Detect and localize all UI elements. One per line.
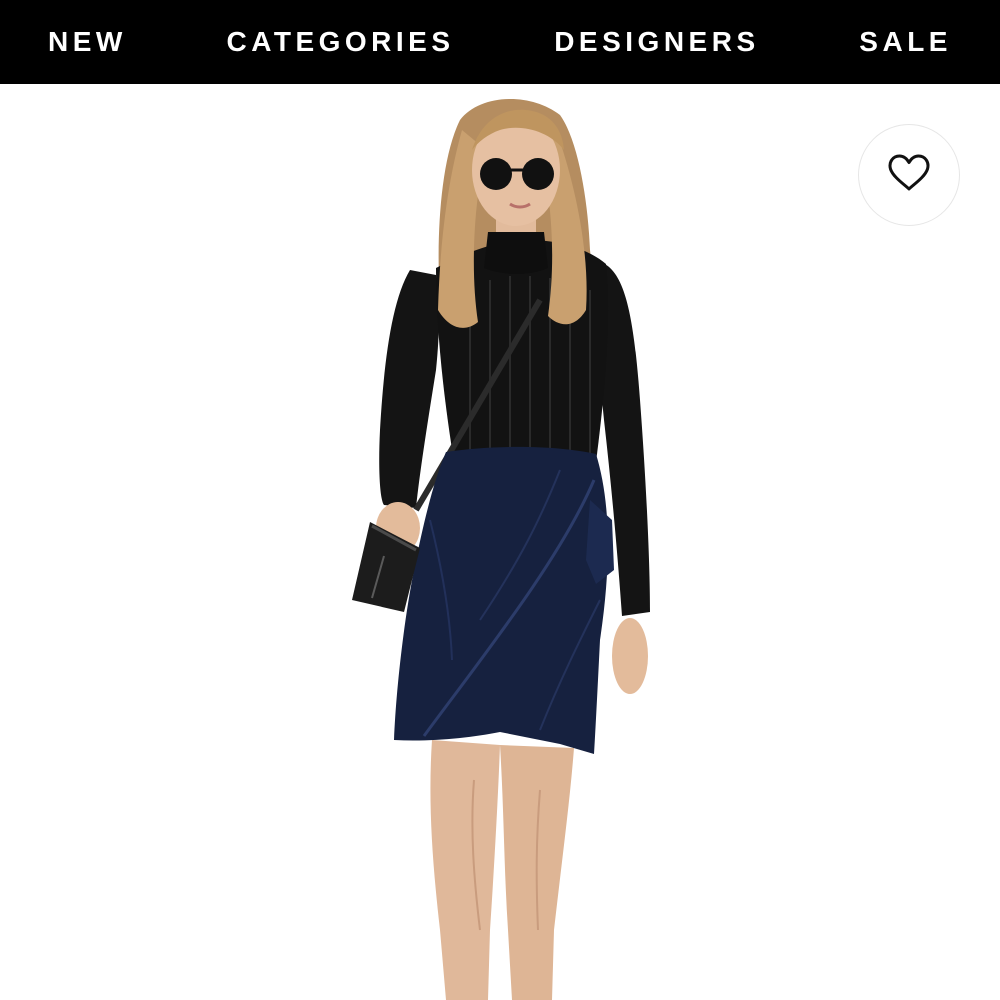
- nav-categories[interactable]: CATEGORIES: [226, 26, 454, 58]
- nav-designers[interactable]: DESIGNERS: [554, 26, 759, 58]
- model-illustration: [352, 99, 650, 1000]
- wishlist-button[interactable]: [858, 124, 960, 226]
- nav-new[interactable]: NEW: [48, 26, 127, 58]
- product-photo[interactable]: [0, 84, 1000, 1000]
- nav-sale[interactable]: SALE: [859, 26, 952, 58]
- product-page: NEW CATEGORIES DESIGNERS SALE: [0, 0, 1000, 1000]
- heart-outline-icon: [887, 153, 931, 198]
- top-navigation: NEW CATEGORIES DESIGNERS SALE: [0, 0, 1000, 84]
